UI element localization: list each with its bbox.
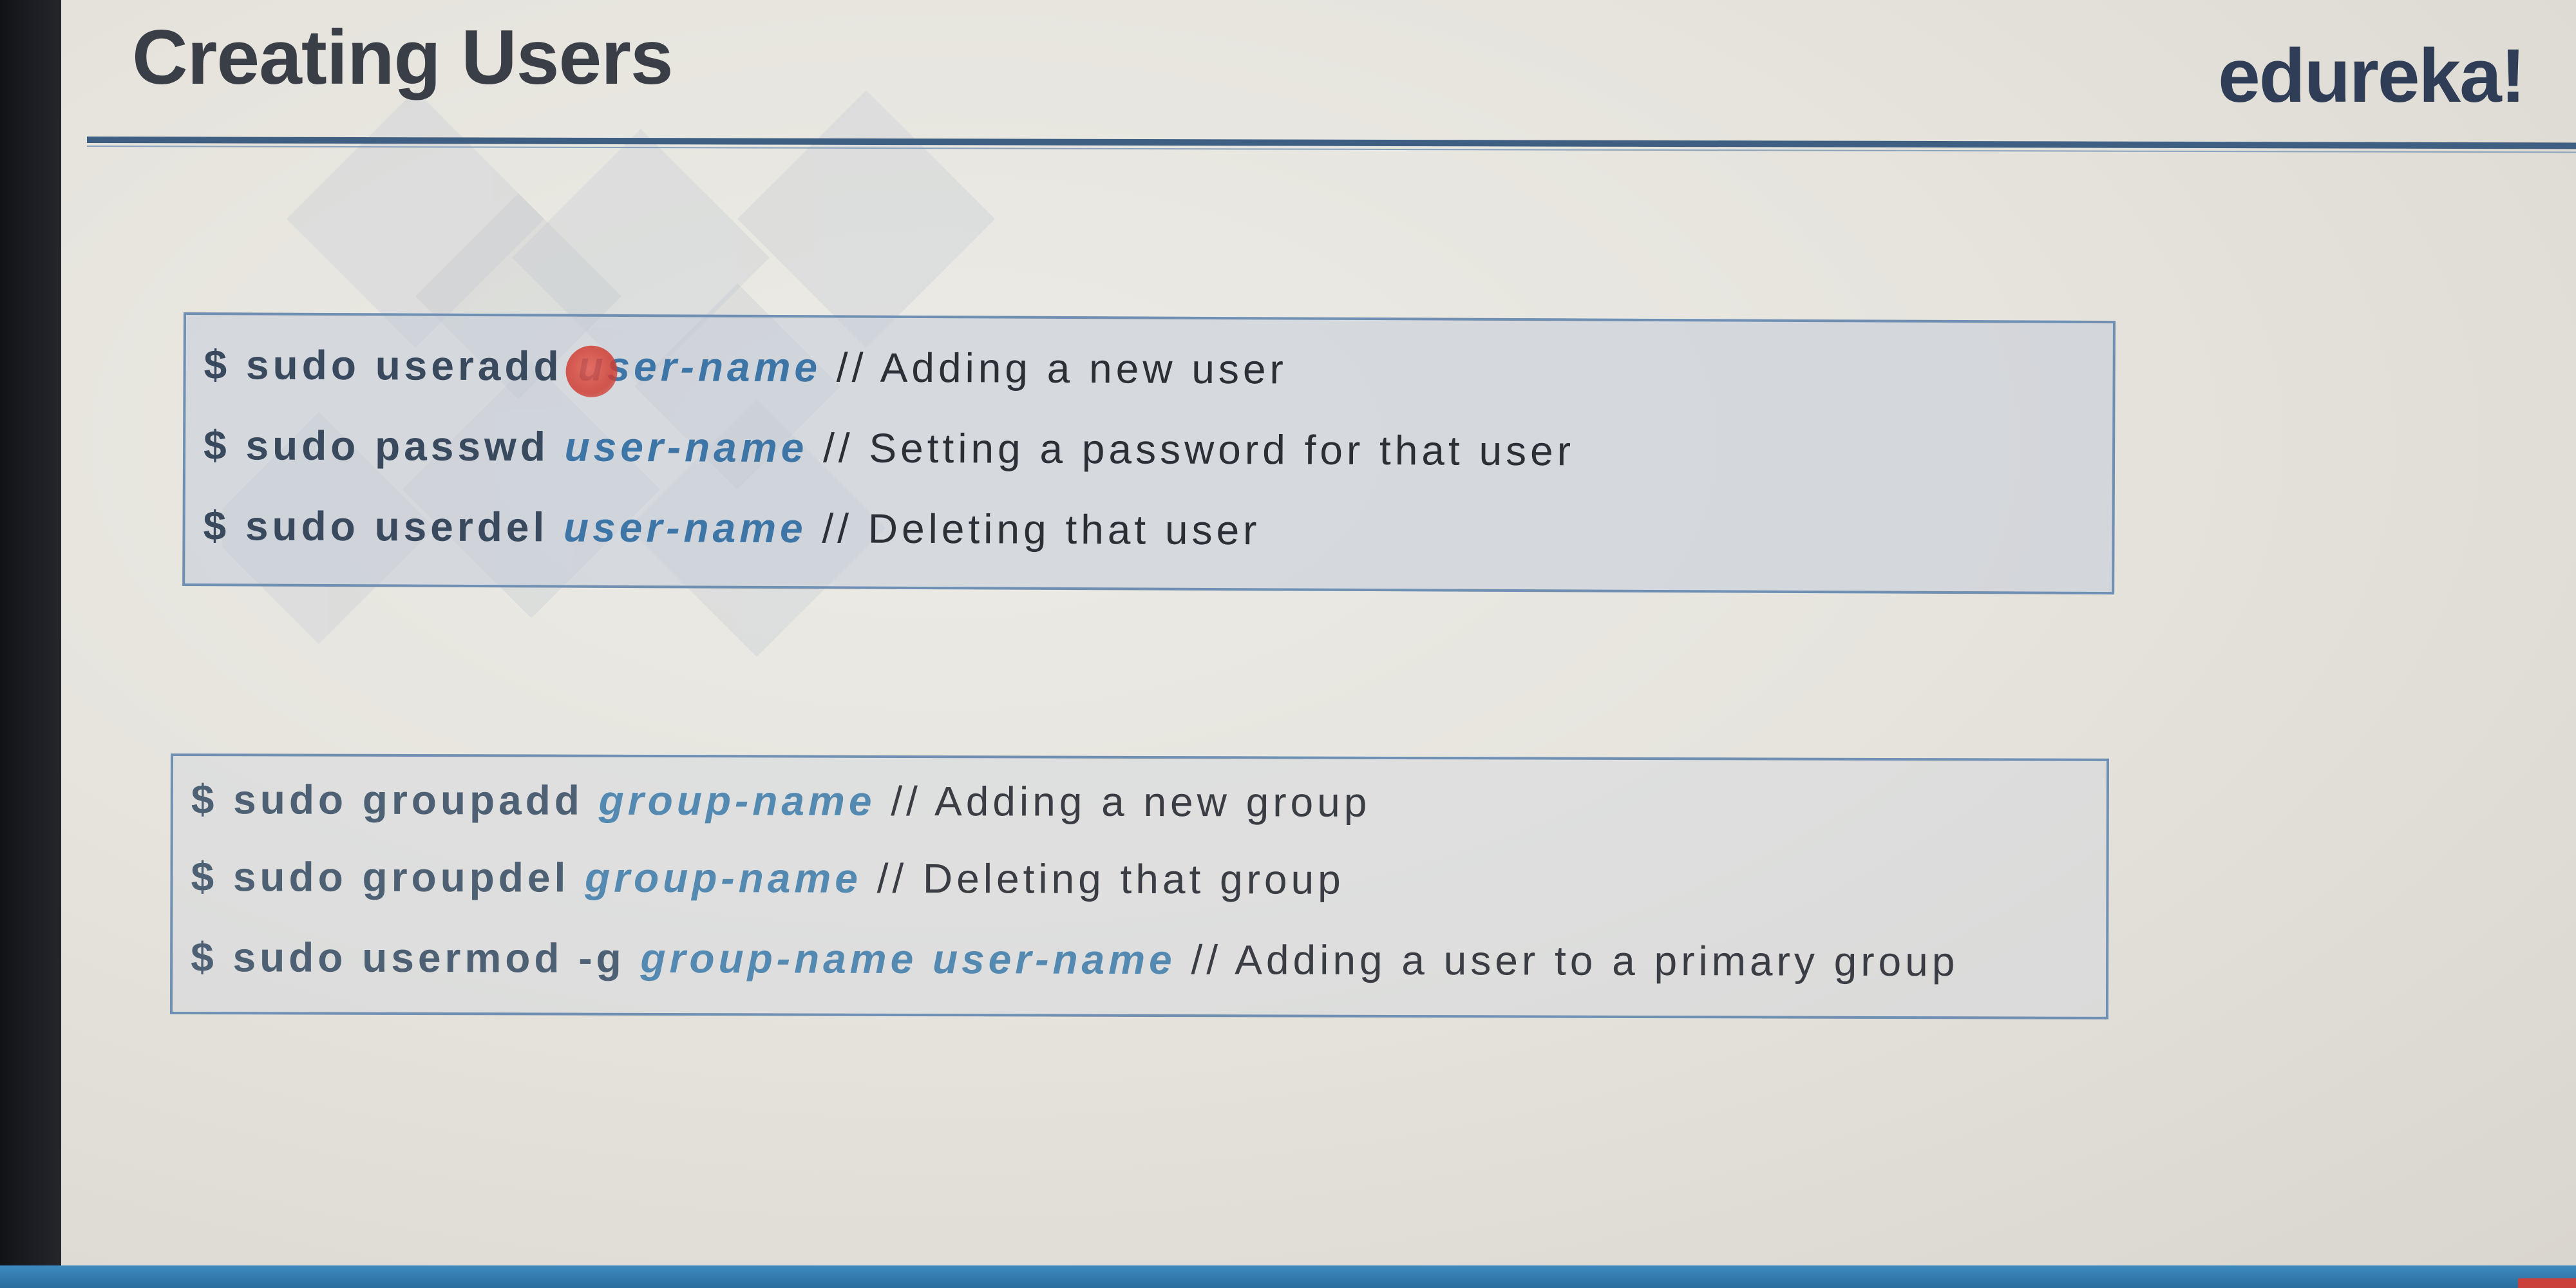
command-line-useradd: $ sudo useradd user-name // Adding a new… xyxy=(204,341,1287,393)
command-argument: group-name user-name xyxy=(640,934,1176,983)
shell-prompt: $ xyxy=(203,422,231,469)
command-comment: // Deleting that user xyxy=(822,505,1261,554)
command-argument: user-name xyxy=(563,504,807,552)
screen-bottom-bar xyxy=(0,1265,2576,1288)
command-line-passwd: $ sudo passwd user-name // Setting a pas… xyxy=(204,421,1575,475)
slide-title: Creating Users xyxy=(132,14,674,100)
command-line-groupadd: $ sudo groupadd group-name // Adding a n… xyxy=(191,775,1371,826)
shell-prompt: $ xyxy=(203,502,231,549)
command-line-usermod: $ sudo usermod -g group-name user-name /… xyxy=(191,933,1958,985)
slide-header: Creating Users edureka! xyxy=(61,0,2576,153)
command-name: sudo groupdel xyxy=(232,853,570,901)
pointer-highlight-icon xyxy=(565,345,618,397)
presentation-slide: Creating Users edureka! $ sudo useradd u… xyxy=(61,0,2576,1265)
command-comment: // Setting a password for that user xyxy=(822,424,1575,475)
command-name: sudo useradd xyxy=(245,341,563,390)
shell-prompt: $ xyxy=(204,341,231,388)
screen-bottom-red-marker xyxy=(2518,1278,2576,1288)
edureka-logo: edureka! xyxy=(2218,33,2526,118)
command-argument: group-name xyxy=(584,854,862,902)
command-comment: // Adding a new group xyxy=(891,777,1371,826)
command-name: sudo passwd xyxy=(245,422,550,470)
shell-prompt: $ xyxy=(191,853,218,900)
command-argument: user-name xyxy=(564,423,808,471)
command-name: sudo groupadd xyxy=(233,776,583,824)
command-comment: // Adding a user to a primary group xyxy=(1191,936,1959,985)
command-line-groupdel: $ sudo groupdel group-name // Deleting t… xyxy=(191,853,1344,904)
command-argument: group-name xyxy=(598,777,876,824)
command-name: sudo userdel xyxy=(245,502,549,551)
command-line-userdel: $ sudo userdel user-name // Deleting tha… xyxy=(203,502,1260,554)
command-comment: // Deleting that group xyxy=(876,855,1345,903)
command-comment: // Adding a new user xyxy=(836,344,1287,393)
user-commands-box: $ sudo useradd user-name // Adding a new… xyxy=(182,312,2116,595)
shell-prompt: $ xyxy=(191,776,218,823)
group-commands-box: $ sudo groupadd group-name // Adding a n… xyxy=(169,753,2109,1019)
shell-prompt: $ xyxy=(191,934,218,981)
command-name: sudo usermod -g xyxy=(232,934,625,981)
